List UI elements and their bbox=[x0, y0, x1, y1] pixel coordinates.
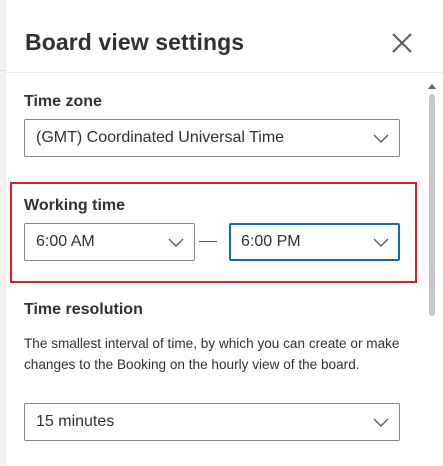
working-time-label: Working time bbox=[24, 197, 126, 214]
close-button[interactable] bbox=[387, 28, 417, 58]
close-icon bbox=[392, 33, 412, 53]
panel-title: Board view settings bbox=[25, 29, 245, 55]
board-view-settings-page: Board view settings Time zone (GMT) Coor… bbox=[0, 0, 443, 466]
working-time-start-dropdown[interactable]: 6:00 AM bbox=[24, 223, 195, 261]
chevron-down-icon bbox=[373, 134, 389, 143]
time-resolution-label: Time resolution bbox=[24, 301, 143, 318]
panel-scrollbar[interactable] bbox=[426, 80, 438, 466]
scroll-up-arrow-icon[interactable] bbox=[426, 80, 438, 92]
time-resolution-value: 15 minutes bbox=[36, 413, 115, 430]
panel-header: Board view settings bbox=[6, 0, 443, 73]
working-time-start-value: 6:00 AM bbox=[36, 233, 95, 250]
time-zone-dropdown[interactable]: (GMT) Coordinated Universal Time bbox=[24, 119, 400, 157]
working-time-end-dropdown[interactable]: 6:00 PM bbox=[229, 223, 400, 261]
time-resolution-dropdown[interactable]: 15 minutes bbox=[24, 403, 400, 441]
chevron-down-icon bbox=[373, 418, 389, 427]
time-resolution-description: The smallest interval of time, by which … bbox=[24, 336, 400, 372]
time-zone-label: Time zone bbox=[24, 93, 102, 110]
chevron-down-icon bbox=[168, 238, 184, 247]
time-zone-value: (GMT) Coordinated Universal Time bbox=[36, 129, 285, 146]
working-time-end-value: 6:00 PM bbox=[241, 233, 301, 250]
scroll-thumb[interactable] bbox=[429, 94, 435, 316]
time-range-separator bbox=[199, 241, 217, 242]
chevron-down-icon bbox=[373, 238, 389, 247]
